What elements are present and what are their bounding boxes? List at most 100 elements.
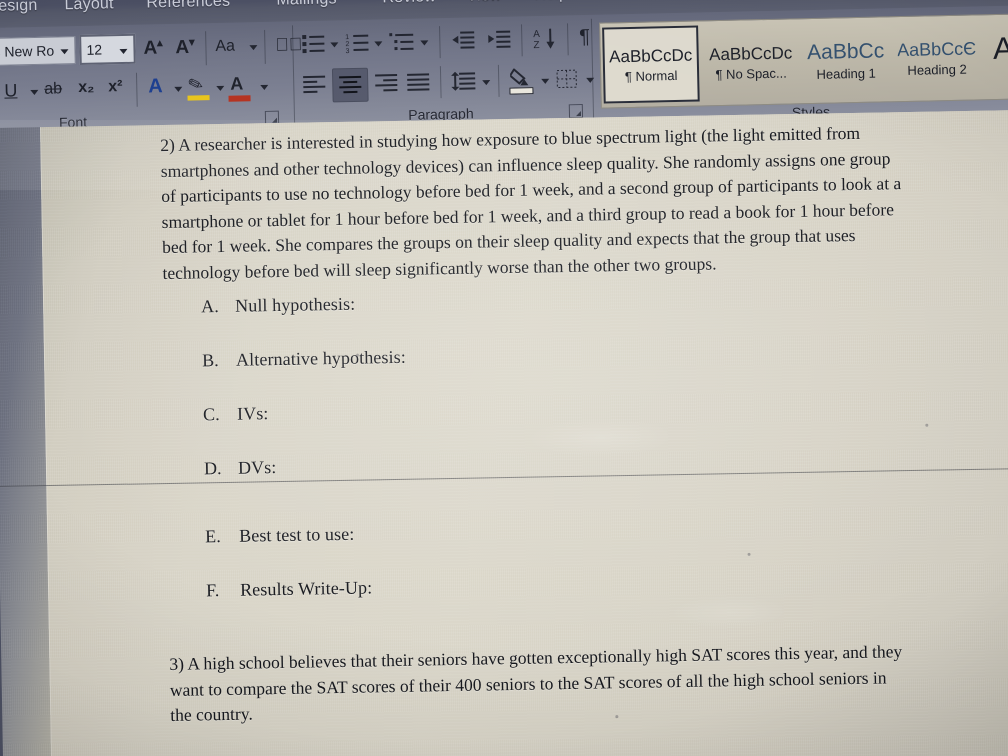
chevron-down-icon	[420, 40, 429, 46]
search-box[interactable]: Search	[610, 0, 683, 1]
style-name: ¶ No Spac...	[715, 65, 787, 82]
list-label: Null hypothesis:	[234, 293, 356, 316]
styles-gallery: AaBbCcDc ¶ Normal AaBbCcDc ¶ No Spac... …	[598, 13, 1008, 109]
borders-icon	[556, 69, 577, 89]
line-spacing-icon	[451, 71, 476, 91]
justify-button[interactable]	[406, 72, 431, 98]
dust-speck	[925, 423, 929, 427]
style-heading-2[interactable]: AaBbCcЄ Heading 2	[892, 19, 982, 97]
increase-indent-button[interactable]	[487, 30, 512, 56]
search-label: Search	[632, 0, 683, 1]
multilevel-list-button[interactable]	[389, 31, 416, 59]
justify-icon	[407, 73, 430, 91]
question-3-paragraph: 3) A high school believes that their sen…	[169, 637, 1008, 728]
tab-help[interactable]: Help	[534, 0, 568, 4]
list-item-c: C. IVs:	[203, 403, 269, 425]
style-normal[interactable]: AaBbCcDc ¶ Normal	[602, 25, 700, 104]
chevron-down-icon	[249, 45, 258, 51]
tab-mailings[interactable]: Mailings	[276, 0, 337, 10]
numbering-button[interactable]: 123	[345, 32, 370, 60]
subscript-button[interactable]: x₂	[78, 79, 94, 96]
change-case-button[interactable]: Aa	[215, 38, 235, 55]
align-left-button[interactable]	[302, 75, 327, 101]
chevron-down-icon	[260, 84, 269, 91]
dust-speck	[615, 715, 619, 719]
list-letter: D.	[203, 458, 222, 479]
list-label: DVs:	[237, 457, 277, 478]
line-spacing-button[interactable]	[450, 71, 477, 97]
chevron-down-icon	[174, 86, 183, 92]
shading-icon	[508, 67, 529, 86]
sort-button[interactable]: AZ	[533, 27, 560, 57]
screen-smudge	[668, 594, 789, 631]
style-preview: AaBbCcDc	[608, 45, 693, 66]
shading-button[interactable]	[508, 67, 534, 95]
list-label: IVs:	[236, 403, 269, 424]
grow-font-button[interactable]: A▴	[143, 37, 163, 59]
list-item-e: E. Best test to use:	[205, 524, 355, 548]
tab-view[interactable]: View	[466, 0, 502, 6]
tab-layout[interactable]: Layout	[64, 0, 114, 14]
style-heading-1[interactable]: AaBbCс Heading 1	[800, 21, 892, 99]
bullets-button[interactable]	[301, 33, 326, 61]
align-right-icon	[375, 74, 398, 92]
strikethrough-button[interactable]: ab	[44, 80, 62, 97]
question-2-paragraph: 2) A researcher is interested in studyin…	[160, 119, 993, 287]
svg-text:A: A	[533, 29, 540, 40]
text-effects-button[interactable]: A	[148, 75, 163, 97]
style-no-spacing[interactable]: AaBbCcDc ¶ No Spac...	[702, 23, 800, 101]
borders-button[interactable]	[556, 69, 579, 94]
paragraph-dialog-launcher[interactable]	[568, 104, 584, 119]
list-letter: F.	[205, 580, 220, 601]
page-break-line	[0, 467, 1008, 487]
list-item-f: F. Results Write-Up:	[206, 577, 372, 601]
style-name: Heading 1	[816, 65, 876, 82]
tab-review[interactable]: Review	[382, 0, 436, 7]
svg-text:Z: Z	[533, 40, 539, 51]
list-item-a: A. Null hypothesis:	[201, 294, 355, 318]
align-center-icon	[339, 75, 362, 94]
document-page[interactable]: 2) A researcher is interested in studyin…	[0, 109, 1008, 756]
underline-button[interactable]: U	[4, 80, 17, 100]
chevron-down-icon	[60, 49, 69, 55]
list-letter: E.	[204, 526, 222, 547]
font-name-value: s New Ro	[0, 42, 55, 60]
list-letter: B.	[201, 350, 219, 371]
chevron-down-icon	[541, 78, 550, 84]
list-label: Results Write-Up:	[239, 577, 373, 600]
list-letter: C.	[202, 404, 220, 425]
chevron-down-icon	[482, 80, 491, 86]
show-formatting-marks-button[interactable]: ¶	[579, 26, 590, 48]
style-name: ¶ Normal	[624, 67, 678, 84]
document-area: 2) A researcher is interested in studyin…	[0, 109, 1008, 756]
dust-speck	[355, 353, 360, 357]
decrease-indent-button[interactable]	[451, 30, 476, 56]
align-center-button[interactable]	[331, 67, 369, 103]
chevron-down-icon	[374, 41, 383, 47]
list-label: Alternative hypothesis:	[235, 346, 407, 370]
bullets-icon	[302, 35, 325, 54]
tab-design[interactable]: Design	[0, 0, 38, 16]
style-title[interactable]: Aab Title	[982, 18, 1008, 96]
tab-references[interactable]: References	[146, 0, 230, 13]
numbering-icon: 123	[345, 34, 369, 55]
svg-text:3: 3	[345, 48, 349, 54]
list-item-d: D. DVs:	[204, 457, 277, 479]
style-preview: AaBbCс	[806, 38, 885, 64]
superscript-button[interactable]: x²	[108, 78, 123, 95]
highlighter-icon: ✎	[185, 72, 207, 97]
font-name-box[interactable]: s New Ro	[0, 36, 76, 66]
chevron-down-icon	[330, 42, 339, 48]
font-size-box[interactable]: 12	[79, 33, 136, 65]
chevron-down-icon	[30, 89, 39, 96]
style-preview: Aab	[992, 29, 1008, 66]
chevron-down-icon	[216, 85, 225, 91]
style-preview: AaBbCcDc	[708, 42, 793, 64]
list-label: Best test to use:	[238, 523, 355, 546]
shrink-font-button[interactable]: A▾	[175, 36, 195, 58]
list-item-b: B. Alternative hypothesis:	[202, 347, 406, 372]
align-right-button[interactable]	[374, 73, 399, 99]
laptop-screen-photo: Design Layout References Mailings Review…	[0, 0, 1008, 756]
decrease-indent-icon	[452, 31, 475, 49]
align-left-icon	[303, 75, 326, 94]
